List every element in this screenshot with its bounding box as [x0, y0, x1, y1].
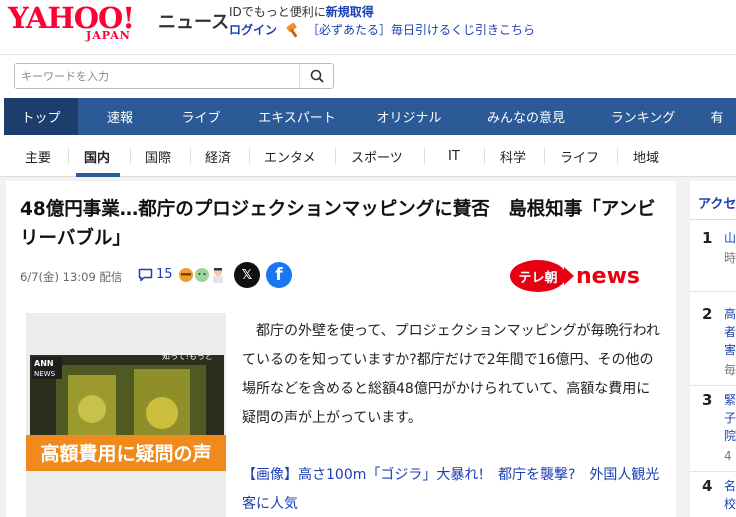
category-sports[interactable]: スポーツ: [351, 135, 403, 177]
login-row: ログイン ［必ずあたる］毎日引けるくじ引きこちら: [229, 21, 535, 38]
ranking-title: 高: [724, 307, 736, 321]
ranking-title-line: 害: [724, 343, 736, 357]
nav-top[interactable]: トップ: [4, 98, 78, 135]
category-divider: [190, 148, 191, 164]
ranking-title: 山: [724, 231, 736, 245]
logo-news-text: ニュース: [158, 12, 230, 33]
category-divider: [424, 148, 425, 164]
ranking-title-line: 子: [724, 411, 736, 425]
article-body: 都庁の外壁を使って、プロジェクションマッピングが毎晩行われているのを知っています…: [242, 317, 662, 433]
article-paragraph: 都庁の外壁を使って、プロジェクションマッピングが毎晩行われているのを知っています…: [242, 323, 660, 426]
source-logo[interactable]: テレ朝 news: [510, 259, 640, 293]
nav-original[interactable]: オリジナル: [354, 98, 464, 135]
category-divider: [484, 148, 485, 164]
article-date: 6/7(金) 13:09 配信: [20, 270, 123, 284]
nav-expert[interactable]: エキスパート: [240, 98, 354, 135]
category-world[interactable]: 国際: [145, 135, 171, 177]
ranking-number: 3: [702, 391, 713, 409]
category-divider: [617, 148, 618, 164]
comment-icon: [138, 268, 153, 281]
nav-live[interactable]: ライブ: [162, 98, 240, 135]
share-facebook-button[interactable]: f: [266, 262, 292, 288]
id-prompt-text: IDでもっと便利に: [229, 5, 326, 19]
comment-count: 15: [156, 267, 173, 282]
thumb-tag: 知って!もっと: [162, 351, 213, 361]
category-entertainment[interactable]: エンタメ: [264, 135, 316, 177]
category-divider: [68, 148, 69, 164]
category-economy[interactable]: 経済: [205, 135, 231, 177]
ranking-subtext: 毎: [724, 363, 736, 377]
category-domestic[interactable]: 国内: [84, 135, 110, 177]
search-input[interactable]: [15, 64, 299, 88]
source-news-word: news: [576, 263, 641, 289]
sidebar-heading: アクセ: [698, 197, 736, 212]
logo-japan-text: JAPAN: [86, 29, 131, 42]
ranking-subtext: 4: [724, 449, 732, 463]
nav-paid[interactable]: 有: [698, 98, 736, 135]
x-logo-icon: 𝕏: [241, 267, 253, 283]
understand-reaction-icon: [213, 268, 223, 283]
category-divider: [130, 148, 131, 164]
access-ranking-sidebar: アクセ 1 山 時 2 高 者 害 毎 3 緊 子 院 4 4 名 校: [690, 181, 736, 517]
ranking-number: 4: [702, 477, 713, 495]
ranking-subtext: 時: [724, 251, 736, 265]
category-life[interactable]: ライフ: [560, 135, 599, 177]
nav-breaking[interactable]: 速報: [78, 98, 162, 135]
category-divider: [249, 148, 250, 164]
thumb-caption: 高額費用に疑問の声: [40, 442, 211, 465]
id-prompt: IDでもっと便利に新規取得: [229, 3, 374, 20]
article-thumbnail[interactable]: 知って!もっと ANN NEWS 高額費用に疑問の声: [26, 313, 226, 517]
ranking-divider: [690, 471, 736, 472]
share-x-button[interactable]: 𝕏: [234, 262, 260, 288]
lottery-promo-link[interactable]: ［必ずあたる］毎日引けるくじ引きこちら: [307, 21, 535, 38]
search-box: [14, 63, 334, 89]
ranking-number: 2: [702, 305, 713, 323]
content-area: 48億円事業…都庁のプロジェクションマッピングに賛否 島根知事「アンビリーバブル…: [0, 177, 736, 517]
ranking-title-line: 者: [724, 325, 736, 339]
ranking-title-line: 校: [724, 497, 736, 511]
article-card: 48億円事業…都庁のプロジェクションマッピングに賛否 島根知事「アンビリーバブル…: [6, 181, 676, 517]
category-science[interactable]: 科学: [500, 135, 526, 177]
nav-opinions[interactable]: みんなの意見: [464, 98, 588, 135]
category-region[interactable]: 地域: [633, 135, 659, 177]
source-badge: テレ朝: [510, 260, 566, 292]
thumb-ann-label: ANN: [34, 359, 54, 368]
nav-ranking[interactable]: ランキング: [588, 98, 698, 135]
comment-link[interactable]: 15: [138, 267, 173, 282]
reaction-icons[interactable]: [178, 265, 226, 285]
ranking-title: 名: [724, 479, 736, 493]
ranking-divider: [690, 385, 736, 386]
site-header: YAHOO! JAPAN ニュース IDでもっと便利に新規取得 ログイン ［必ず…: [0, 0, 736, 55]
learn-reaction-icon: [179, 268, 193, 282]
search-button[interactable]: [299, 64, 333, 88]
ranking-title-line: 院: [724, 429, 736, 443]
category-main[interactable]: 主要: [25, 135, 51, 177]
category-nav: 主要 国内 国際 経済 エンタメ スポーツ IT 科学 ライフ 地域: [0, 135, 736, 177]
source-arrow-icon: [564, 267, 574, 285]
main-nav: トップ 速報 ライブ エキスパート オリジナル みんなの意見 ランキング 有: [4, 98, 736, 135]
facebook-logo-icon: f: [275, 265, 283, 285]
login-link[interactable]: ログイン: [229, 21, 277, 38]
think-reaction-icon: [195, 268, 209, 282]
thumb-news-label: NEWS: [34, 370, 56, 378]
ranking-title: 緊: [724, 393, 736, 407]
category-divider: [335, 148, 336, 164]
ranking-divider: [690, 291, 736, 292]
article-title: 48億円事業…都庁のプロジェクションマッピングに賛否 島根知事「アンビリーバブル…: [20, 199, 656, 249]
yahoo-news-logo[interactable]: YAHOO! JAPAN ニュース: [8, 2, 229, 42]
search-icon: [310, 69, 324, 83]
image-gallery-link[interactable]: 【画像】高さ100m「ゴジラ」大暴れ! 都庁を襲撃? 外国人観光客に人気: [242, 461, 662, 517]
ranking-number: 1: [702, 229, 713, 247]
signup-link[interactable]: 新規取得: [326, 5, 374, 19]
category-divider: [544, 148, 545, 164]
category-it[interactable]: IT: [448, 135, 460, 177]
hammer-icon: [285, 22, 301, 38]
sidebar-divider: [690, 219, 736, 220]
